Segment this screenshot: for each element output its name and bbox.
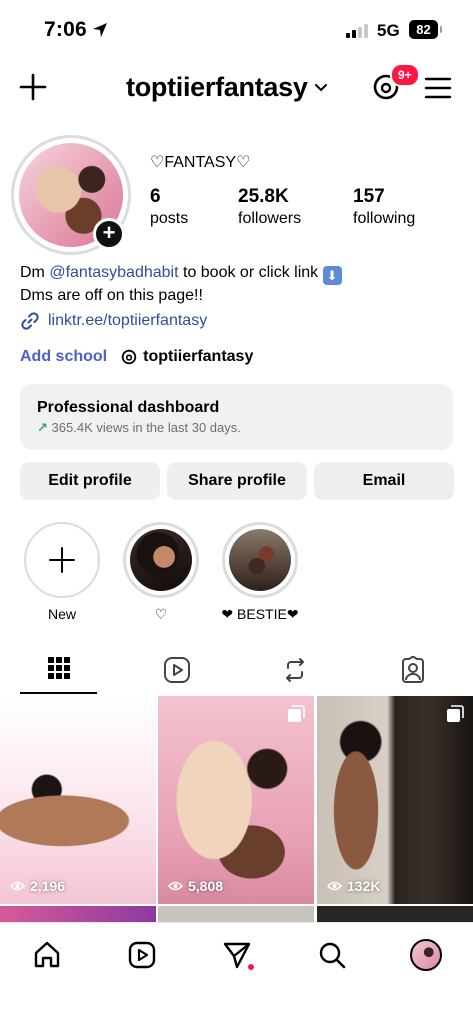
link-icon	[21, 312, 39, 330]
nav-search[interactable]	[314, 937, 350, 973]
status-bar: 7:06 5G 82	[0, 0, 473, 62]
stat-label: following	[353, 210, 416, 227]
reels-icon	[128, 941, 156, 969]
highlight-bestie[interactable]: ❤ BESTIE❤	[220, 522, 300, 623]
battery-indicator: 82	[409, 20, 442, 39]
location-arrow-icon	[93, 23, 107, 37]
highlight-label: ❤ BESTIE❤	[221, 606, 299, 622]
notification-badge: 9+	[390, 63, 420, 87]
stat-value: 6	[150, 186, 161, 207]
account-switcher[interactable]: toptiierfantasy	[126, 72, 328, 103]
chevron-down-icon	[314, 83, 327, 91]
highlight-new[interactable]: New	[22, 522, 102, 622]
post-thumbnail[interactable]	[0, 906, 156, 922]
highlight-label: New	[47, 606, 76, 622]
nav-home[interactable]	[29, 937, 65, 973]
stat-label: posts	[150, 210, 189, 227]
home-icon	[34, 941, 60, 968]
eye-icon	[10, 881, 25, 891]
post-thumbnail[interactable]: 132K	[317, 696, 473, 904]
nav-messages[interactable]	[219, 937, 255, 973]
post-views: 5,808	[168, 878, 223, 894]
email-button[interactable]: Email	[314, 462, 454, 500]
profile-actions: Edit profile Share profile Email	[20, 462, 454, 500]
username: toptiierfantasy	[126, 72, 308, 102]
search-icon	[319, 942, 346, 969]
stat-following[interactable]: 157 following	[353, 186, 415, 228]
tab-reposts[interactable]	[236, 648, 354, 694]
stat-posts[interactable]: 6 posts	[150, 186, 188, 228]
trend-up-icon: ↗	[37, 420, 48, 435]
dashboard-views: 365.4K views in the last 30 days.	[51, 420, 241, 435]
reels-icon	[164, 657, 190, 683]
threads-icon	[121, 349, 137, 365]
dashboard-subtitle: ↗ 365.4K views in the last 30 days.	[37, 420, 436, 436]
nav-reels[interactable]	[124, 937, 160, 973]
stat-label: followers	[238, 210, 302, 227]
plus-icon	[49, 547, 75, 573]
post-view-count: 132K	[347, 878, 381, 894]
professional-dashboard[interactable]: Professional dashboard ↗ 365.4K views in…	[20, 384, 453, 450]
post-thumbnail[interactable]	[158, 906, 314, 922]
highlight-cover	[222, 522, 298, 598]
tab-grid[interactable]	[0, 648, 118, 694]
dashboard-title: Professional dashboard	[37, 399, 220, 416]
stat-followers[interactable]: 25.8K followers	[238, 186, 301, 228]
bio-mention-link[interactable]: @fantasybadhabit	[49, 264, 178, 281]
notification-dot	[248, 964, 254, 970]
post-thumbnail[interactable]: 2,196	[0, 696, 156, 904]
grid-icon	[48, 657, 70, 679]
stat-value: 157	[353, 186, 385, 207]
active-tab-indicator	[20, 692, 97, 694]
display-name: ♡FANTASY♡	[150, 154, 251, 171]
link-text: linktr.ee/toptiierfantasy	[48, 312, 208, 329]
signal-icon	[346, 24, 368, 38]
bio: Dm @fantasybadhabit to book or click lin…	[20, 262, 342, 307]
tab-reels[interactable]	[118, 648, 236, 694]
post-views: 132K	[327, 878, 380, 894]
carousel-icon	[447, 705, 464, 722]
tab-tagged[interactable]	[354, 648, 472, 694]
highlight-heart[interactable]: ♡	[121, 522, 201, 623]
new-highlight-circle	[24, 522, 100, 598]
network-type: 5G	[377, 21, 400, 40]
add-school-link[interactable]: Add school	[20, 348, 107, 366]
post-view-count: 5,808	[188, 878, 224, 894]
bio-link[interactable]: linktr.ee/toptiierfantasy	[20, 311, 207, 331]
share-profile-button[interactable]: Share profile	[167, 462, 307, 500]
carousel-icon	[288, 705, 305, 722]
school-row: Add school toptiierfantasy	[20, 348, 253, 366]
edit-profile-button[interactable]: Edit profile	[20, 462, 160, 500]
profile-avatar	[410, 939, 442, 971]
profile-tabs	[0, 648, 473, 694]
create-plus-icon[interactable]	[18, 72, 48, 102]
bio-text: to book or click link	[178, 264, 319, 281]
bio-line: Dms are off on this page!!	[20, 287, 203, 304]
eye-icon	[327, 881, 342, 891]
menu-icon[interactable]	[424, 76, 452, 100]
post-views: 2,196	[10, 878, 65, 894]
post-view-count: 2,196	[30, 878, 66, 894]
highlight-cover	[123, 522, 199, 598]
bottom-navigation	[0, 922, 473, 1024]
highlight-label: ♡	[154, 606, 168, 622]
profile-header: toptiierfantasy 9+	[0, 62, 473, 116]
add-story-plus-icon[interactable]: +	[93, 218, 125, 250]
tagged-icon	[402, 656, 424, 683]
eye-icon	[168, 881, 183, 891]
down-arrow-emoji-icon: ⬇	[322, 266, 342, 285]
post-thumbnail[interactable]	[317, 906, 473, 922]
stat-value: 25.8K	[238, 186, 289, 207]
status-time: 7:06	[44, 18, 87, 41]
reposts-icon	[286, 658, 304, 682]
post-thumbnail[interactable]: 5,808	[158, 696, 314, 904]
nav-profile[interactable]	[408, 937, 444, 973]
threads-handle-link[interactable]: toptiierfantasy	[143, 348, 253, 366]
bio-text: Dm	[20, 264, 50, 281]
